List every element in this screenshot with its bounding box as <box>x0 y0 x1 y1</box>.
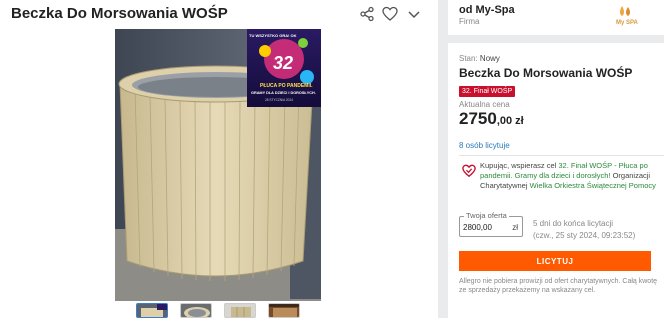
seller-type: Firma <box>459 17 480 26</box>
product-title: Beczka Do Morsowania WOŚP <box>11 5 228 22</box>
thumbnail-4[interactable] <box>268 303 300 318</box>
seller-name[interactable]: od My-Spa <box>459 4 515 16</box>
offer-title: Beczka Do Morsowania WOŚP <box>459 66 633 80</box>
offer-panel: od My-Spa Firma My SPA Stan: Nowy Beczka… <box>448 0 664 318</box>
poster-title: PŁUCA PO PANDEMII. <box>260 83 313 89</box>
seller-box[interactable]: od My-Spa Firma My SPA <box>448 0 664 35</box>
condition-label: Stan: <box>459 54 478 63</box>
charity-text-pre: Kupując, wspierasz cel <box>480 161 559 170</box>
price-label: Aktualna cena <box>459 100 510 109</box>
auction-time-left: 5 dni do końca licytacji (czw., 25 sty 2… <box>533 218 635 242</box>
chevron-down-icon <box>408 11 420 19</box>
charity-heart-icon <box>462 164 476 178</box>
thumbnail-1[interactable] <box>136 303 168 318</box>
poster-number: 32 <box>273 53 293 73</box>
seller-logo[interactable]: My SPA <box>608 4 648 26</box>
thumbnail-2[interactable] <box>180 303 212 318</box>
auction-end-date: (czw., 25 sty 2024, 09:23:52) <box>533 231 636 240</box>
poster-date: 28 STYCZNIA 2024 <box>265 98 293 102</box>
share-icon <box>360 6 374 22</box>
condition-value: Nowy <box>479 54 500 63</box>
poster-subtitle: GRAMY DLA DZIECI I DOROSŁYCH. <box>251 91 316 95</box>
seller-logo-text: My SPA <box>616 20 639 26</box>
bidders-count-link[interactable]: 8 osób licytuje <box>459 141 510 150</box>
divider <box>459 155 664 156</box>
charity-org-link[interactable]: Wielka Orkiestra Świątecznej Pomocy <box>530 181 656 190</box>
product-main-image[interactable]: TU WSZYSTKO GRA! OK 32 PŁUCA PO PANDEMII… <box>115 29 321 301</box>
thumbnail-strip <box>136 303 300 318</box>
bid-currency: zł <box>512 223 518 232</box>
heart-icon <box>382 6 398 21</box>
time-left-text: 5 dni do końca licytacji <box>533 219 614 228</box>
charity-info: Kupując, wspierasz cel 32. Finał WOŚP - … <box>480 161 660 191</box>
condition: Stan: Nowy <box>459 54 500 63</box>
thumbnail-3[interactable] <box>224 303 256 318</box>
favorite-button[interactable] <box>380 4 400 24</box>
bid-input-value: 2800,00 <box>463 223 492 232</box>
expand-button[interactable] <box>404 4 424 24</box>
bid-input-label: Twoja oferta <box>464 211 509 220</box>
price-integer: 2750 <box>459 109 497 128</box>
share-button[interactable] <box>357 4 377 24</box>
current-price: 2750,00 zł <box>459 109 524 129</box>
charity-badge[interactable]: 32. Finał WOŚP <box>459 86 516 97</box>
barrel-photo: TU WSZYSTKO GRA! OK 32 PŁUCA PO PANDEMII… <box>115 29 321 301</box>
poster-tagline: TU WSZYSTKO GRA! OK <box>249 33 297 38</box>
price-decimal: ,00 zł <box>496 115 524 127</box>
product-gallery-panel: Beczka Do Morsowania WOŚP TU WSZYSTKO GR… <box>0 0 438 318</box>
offer-card: Stan: Nowy Beczka Do Morsowania WOŚP 32.… <box>448 43 664 318</box>
bid-button[interactable]: LICYTUJ <box>459 251 651 271</box>
charity-commission-note: Allegro nie pobiera prowizji od ofert ch… <box>459 278 658 294</box>
